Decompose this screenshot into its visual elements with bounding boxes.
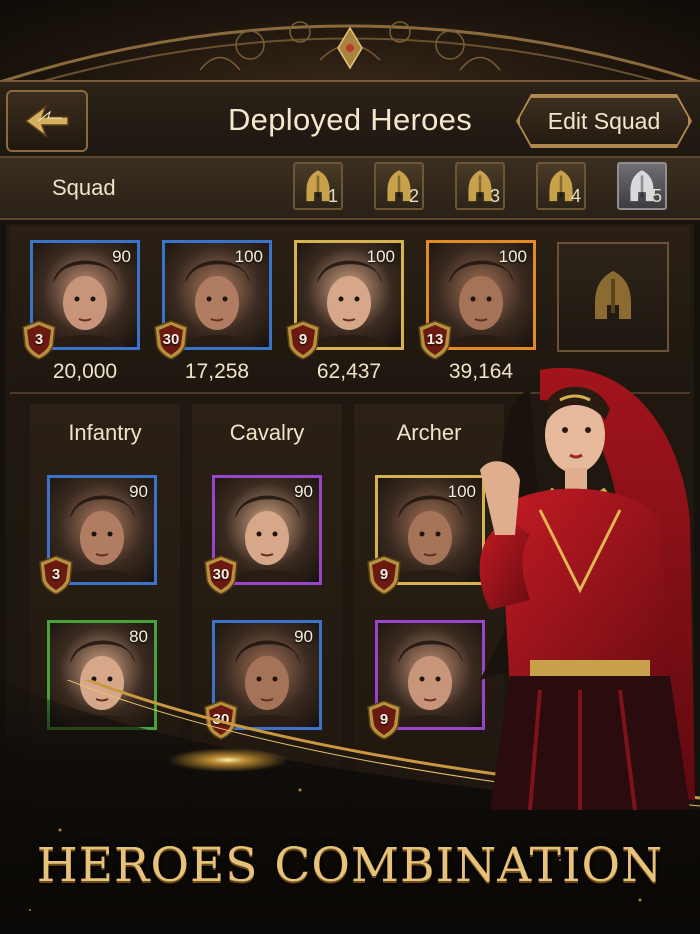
hero-power: 17,258	[184, 360, 250, 383]
back-arrow-icon	[24, 104, 69, 138]
hero-level: 90	[112, 247, 131, 266]
squad-tab-4[interactable]: 4	[536, 162, 586, 210]
squad-tab-5[interactable]: 5	[617, 162, 667, 210]
hero-rank-badge: 3	[20, 320, 58, 360]
hero-rank-badge: 9	[284, 320, 322, 360]
hero-rank-badge: 9	[365, 555, 403, 595]
banner-title: HEROES COMBINATION	[36, 838, 664, 893]
squad-tab-2[interactable]: 2	[374, 162, 424, 210]
hero-rank: 13	[426, 331, 444, 348]
hero-level: 100	[234, 247, 263, 266]
hero-rank-badge: 3	[37, 555, 75, 595]
hero-rank: 9	[298, 331, 308, 348]
hero-power: 20,000	[52, 360, 118, 383]
hero-rank-badge: 30	[152, 320, 190, 360]
edit-squad-button[interactable]: Edit Squad	[518, 96, 690, 146]
hero-rank-badge: 13	[416, 320, 454, 360]
hero-level: 90	[129, 482, 148, 501]
hero-rank: 30	[212, 566, 230, 583]
squad-tab-1[interactable]: 1	[293, 162, 343, 210]
hero-level: 80	[129, 627, 148, 646]
squad-tab-number: 2	[408, 186, 419, 206]
header-bar: Deployed Heroes Edit Squad	[0, 80, 700, 158]
featured-hero-illustration	[420, 360, 700, 811]
squad-tab-number: 5	[651, 186, 662, 206]
hero-rank: 30	[162, 331, 180, 348]
squad-tab-number: 1	[327, 186, 338, 206]
cavalry-column-title: Cavalry	[229, 420, 305, 445]
empty-hero-slot[interactable]	[557, 242, 669, 352]
hero-rank-badge: 30	[202, 555, 240, 595]
hero-rank: 3	[51, 566, 61, 583]
hero-level: 90	[294, 482, 313, 501]
squad-tab-3[interactable]: 3	[455, 162, 505, 210]
squad-tab-number: 3	[489, 186, 500, 206]
hero-rank: 3	[34, 331, 44, 348]
hero-level: 100	[498, 247, 527, 266]
hero-level: 100	[366, 247, 395, 266]
squad-label: Squad	[52, 175, 116, 200]
page-title: Deployed Heroes	[227, 102, 473, 137]
squad-bar: Squad 1 2 3 4 5	[0, 158, 700, 220]
hero-rank: 9	[379, 566, 389, 583]
hero-power: 62,437	[316, 360, 382, 383]
top-ornament	[0, 0, 700, 82]
infantry-column-title: Infantry	[68, 420, 142, 445]
helmet-icon	[595, 271, 631, 319]
squad-tab-number: 4	[570, 186, 581, 206]
hero-level: 90	[294, 627, 313, 646]
back-button[interactable]	[6, 90, 88, 152]
